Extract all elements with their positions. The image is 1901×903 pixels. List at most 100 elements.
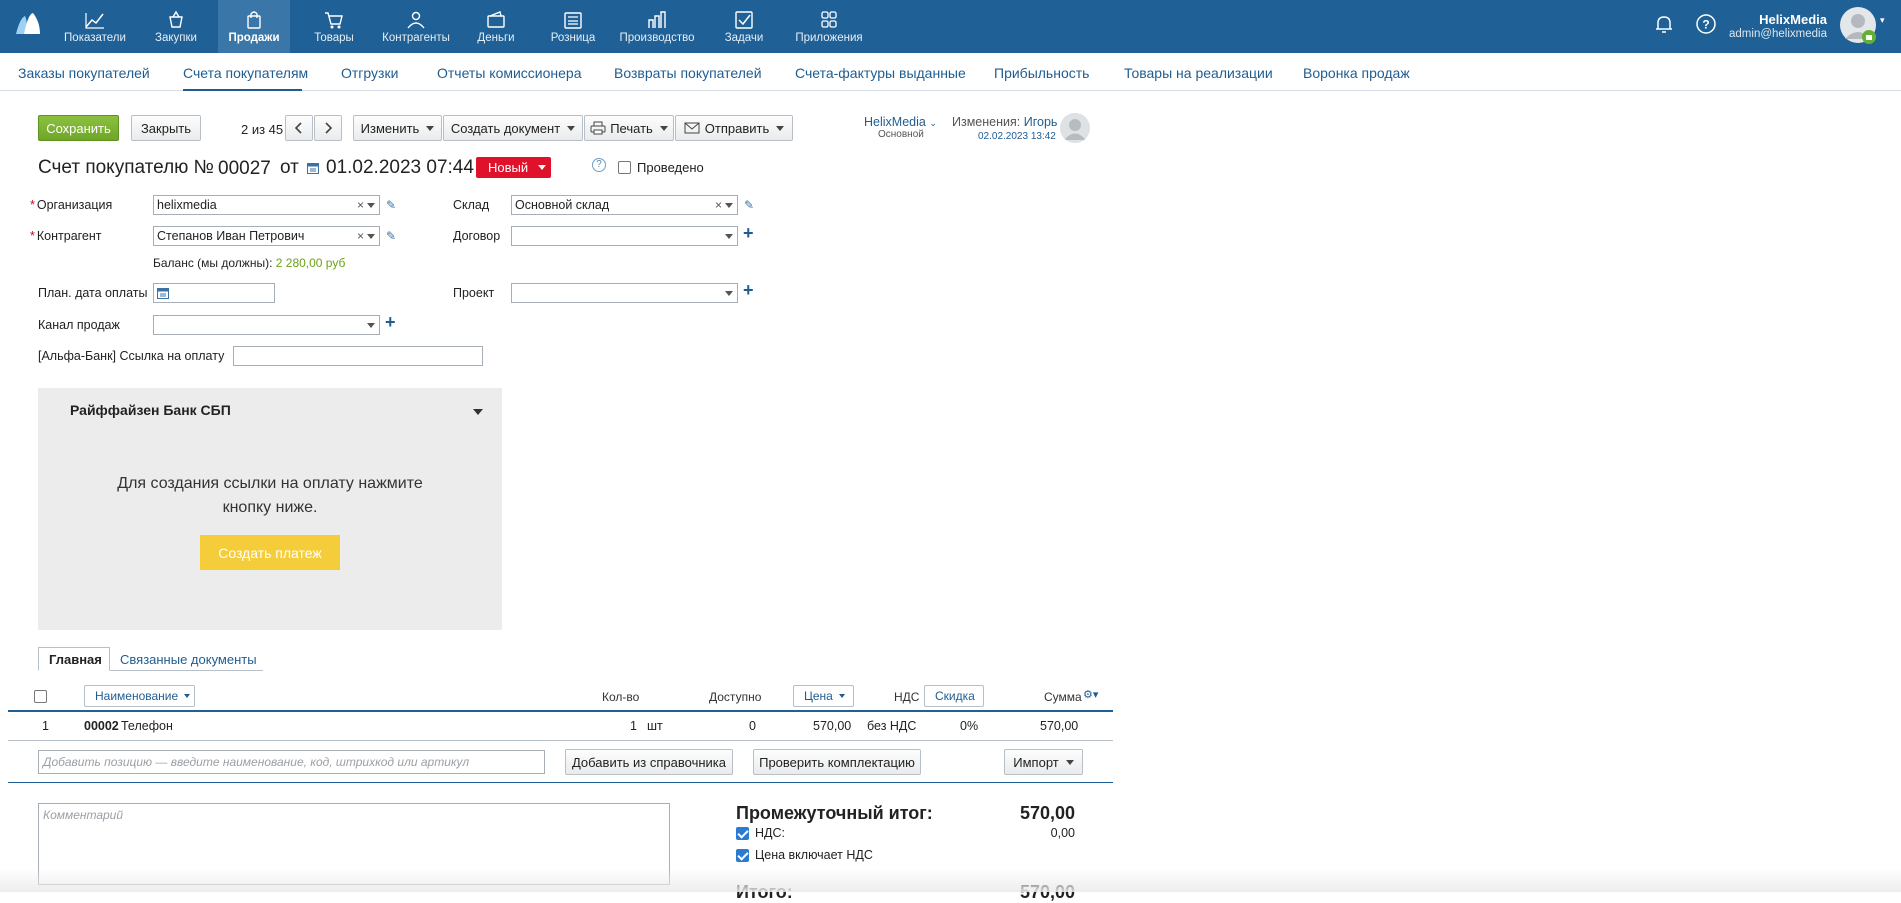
subnav-profitability[interactable]: Прибыльность [994,65,1089,81]
user-menu-caret-icon[interactable]: ▾ [1880,15,1885,26]
subnav-issued-invoices[interactable]: Счета-фактуры выданные [795,65,966,81]
changes-label: Изменения: [952,115,1021,129]
nav-item-indicators[interactable]: Показатели [58,0,132,53]
nav-item-label: Производство [619,31,695,44]
alfa-bank-link-field[interactable] [233,346,483,366]
subnav-customer-returns[interactable]: Возвраты покупателей [614,65,762,81]
send-dropdown-button[interactable]: Отправить [675,115,793,141]
prev-document-button[interactable] [285,115,313,141]
nav-item-goods[interactable]: Товары [304,0,364,53]
check-set-button[interactable]: Проверить комплектацию [753,749,921,775]
checkbox-icon[interactable] [618,161,631,174]
owner-selector[interactable]: HelixMedia ⌄ [864,115,937,129]
nav-item-purchases[interactable]: Закупки [144,0,208,53]
add-project-plus-icon[interactable]: + [743,280,754,301]
create-document-dropdown-button[interactable]: Создать документ [443,115,583,141]
row-name[interactable]: Телефон [121,719,173,733]
row-discount[interactable]: 0% [960,719,978,733]
dropdown-arrow-icon[interactable] [367,323,375,328]
chart-line-icon [85,12,104,29]
basket-icon [169,10,183,28]
dropdown-arrow-icon[interactable] [367,234,375,239]
nav-item-retail[interactable]: Розница [542,0,604,53]
edit-pencil-icon[interactable]: ✎ [386,198,396,212]
subnav-commission-reports[interactable]: Отчеты комиссионера [437,65,582,81]
organization-field[interactable]: helixmedia × [153,195,380,215]
clear-icon[interactable]: × [715,198,722,212]
collapse-caret-icon[interactable] [473,409,483,415]
nav-item-tasks[interactable]: Задачи [716,0,772,53]
help-question-icon[interactable]: ? [592,158,606,172]
calendar-icon[interactable] [157,287,169,299]
add-from-catalog-button[interactable]: Добавить из справочника [565,749,733,775]
save-button[interactable]: Сохранить [38,115,119,141]
select-all-checkbox[interactable] [34,690,47,703]
nav-item-label: Закупки [155,31,197,44]
user-name[interactable]: HelixMedia [1759,12,1827,27]
subnav-sales-funnel[interactable]: Воронка продаж [1303,65,1410,81]
tab-main[interactable]: Главная [38,647,110,671]
clear-icon[interactable]: × [357,229,364,243]
print-dropdown-button[interactable]: Печать [584,115,674,141]
next-document-button[interactable] [314,115,342,141]
changes-date[interactable]: 02.02.2023 13:42 [978,131,1056,142]
edit-pencil-icon[interactable]: ✎ [744,198,754,212]
chevron-down-icon: ⌄ [929,118,937,128]
contract-field[interactable] [511,226,738,246]
nav-item-counterparties[interactable]: Контрагенты [376,0,456,53]
project-label: Проект [453,286,495,300]
column-settings-gear-icon[interactable]: ⚙▾ [1083,688,1098,701]
document-number[interactable]: 00027 [218,158,271,180]
sales-channel-field[interactable] [153,315,380,335]
nav-item-label: Задачи [724,31,764,44]
payment-date-field[interactable] [153,283,275,303]
warehouse-field[interactable]: Основной склад × [511,195,738,215]
subnav-shipments[interactable]: Отгрузки [341,65,398,81]
row-qty[interactable]: 1 [630,719,637,733]
row-vat[interactable]: без НДС [867,719,916,733]
create-payment-button[interactable]: Создать платеж [200,535,340,570]
checkbox-checked-icon[interactable] [736,826,749,840]
nav-item-production[interactable]: Производство [616,0,698,53]
column-name-sort[interactable]: Наименование [84,685,195,707]
dropdown-arrow-icon[interactable] [725,291,733,296]
checkbox-checked-icon[interactable] [736,848,749,862]
column-price-sort[interactable]: Цена [793,685,854,707]
edit-dropdown-button[interactable]: Изменить [353,115,442,141]
calendar-icon[interactable] [307,162,319,174]
changes-user[interactable]: Игорь [1024,115,1058,129]
counterparty-field[interactable]: Степанов Иван Петрович × [153,226,380,246]
tab-related-documents[interactable]: Связанные документы [110,647,267,671]
vat-checkbox[interactable]: НДС: [736,826,785,840]
subnav-customer-orders[interactable]: Заказы покупателей [18,65,150,81]
clear-icon[interactable]: × [357,198,364,212]
sales-subnav: Заказы покупателей Счета покупателям Отг… [0,53,1901,91]
dropdown-arrow-icon[interactable] [725,203,733,208]
nav-item-sales[interactable]: Продажи [218,0,290,53]
edit-pencil-icon[interactable]: ✎ [386,229,396,243]
price-includes-vat-checkbox[interactable]: Цена включает НДС [736,848,873,862]
row-price[interactable]: 570,00 [813,719,851,733]
user-email[interactable]: admin@helixmedia [1729,28,1827,40]
dropdown-arrow-icon[interactable] [367,203,375,208]
document-date[interactable]: 01.02.2023 07:44 [326,157,474,179]
add-contract-plus-icon[interactable]: + [743,223,754,244]
close-button[interactable]: Закрыть [131,115,201,141]
add-position-input[interactable]: Добавить позицию — введите наименование,… [38,750,545,774]
nav-item-money[interactable]: Деньги [468,0,524,53]
import-dropdown-button[interactable]: Импорт [1004,749,1083,775]
posted-checkbox[interactable]: Проведено [618,160,704,175]
column-discount-button[interactable]: Скидка [924,685,984,707]
subnav-customer-invoices[interactable]: Счета покупателям [183,65,308,81]
user-avatar-icon[interactable] [1840,7,1876,45]
status-dropdown[interactable]: Новый [476,157,551,178]
app-logo-icon[interactable] [14,12,42,36]
nav-item-label: Продажи [228,31,280,44]
project-field[interactable] [511,283,738,303]
add-channel-plus-icon[interactable]: + [385,312,396,333]
help-icon[interactable]: ? [1695,13,1717,35]
dropdown-arrow-icon[interactable] [725,234,733,239]
subnav-consignment-goods[interactable]: Товары на реализации [1124,65,1273,81]
bell-icon[interactable] [1653,13,1675,35]
nav-item-apps[interactable]: Приложения [788,0,870,53]
